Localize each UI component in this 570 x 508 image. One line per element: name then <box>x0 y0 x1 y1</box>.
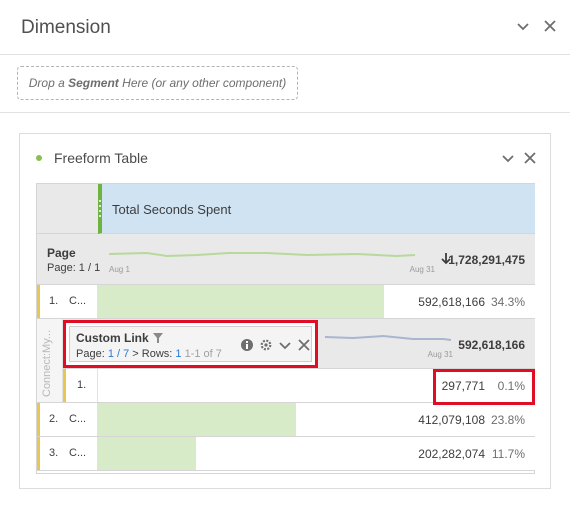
row-name[interactable]: C... <box>69 295 86 307</box>
table-row[interactable]: 2. C... 412,079,108 23.8% <box>37 403 535 437</box>
table-row[interactable]: 3. C... 202,282,074 11.7% <box>37 437 535 471</box>
close-icon[interactable] <box>543 19 559 35</box>
row-name[interactable]: C... <box>69 413 86 425</box>
breakdown-sparkline <box>324 334 452 341</box>
row-percent: 23.8% <box>490 413 525 427</box>
metric-title: Total Seconds Spent <box>112 202 232 217</box>
row-value: 592,618,166 <box>418 295 485 309</box>
row-percent: 34.3% <box>490 295 525 309</box>
chevron-down-icon[interactable] <box>516 19 532 35</box>
value-highlight-box <box>433 369 535 405</box>
status-dot <box>36 155 42 161</box>
row-name[interactable]: C... <box>69 447 86 459</box>
rows-range: 1-1 of 7 <box>184 348 222 360</box>
row-accent <box>37 403 40 436</box>
dimension-label[interactable]: Page <box>47 246 76 260</box>
breakdown-dimension-popup[interactable]: Custom Link Page: 1 / 7 > Rows: 1 1-1 of… <box>63 320 318 368</box>
row-rank: 2. <box>49 413 59 425</box>
breakdown-parent-column: Connect:My... <box>37 319 63 403</box>
row-rank: 1. <box>49 295 59 307</box>
row-value: 412,079,108 <box>418 413 485 427</box>
rows-label: Rows: <box>138 348 176 360</box>
popup-pagination: Page: 1 / 7 > Rows: 1 1-1 of 7 <box>76 348 222 360</box>
column-divider <box>97 369 98 402</box>
gear-icon[interactable] <box>259 338 273 352</box>
dropzone-suffix: Here (or any other component) <box>118 76 287 90</box>
breakdown-axis-end: Aug 31 <box>427 350 453 359</box>
close-icon[interactable] <box>523 151 539 167</box>
row-accent <box>63 369 66 402</box>
value-bar <box>98 285 384 318</box>
sparkline-axis-end: Aug 31 <box>409 265 435 274</box>
chevron-down-icon[interactable] <box>501 151 517 167</box>
dropzone-prefix: Drop a <box>28 76 69 90</box>
breakdown-subtotal: 592,618,166 <box>458 338 525 352</box>
close-icon[interactable] <box>297 338 311 352</box>
popup-body: Custom Link Page: 1 / 7 > Rows: 1 1-1 of… <box>69 326 312 362</box>
page-label: Page: <box>76 348 108 360</box>
table-header-corner <box>37 184 98 234</box>
pagination-indicator: Page: 1 / 1 <box>47 262 101 274</box>
rows-value[interactable]: 1 <box>175 348 181 360</box>
metric-column-header[interactable]: Total Seconds Spent <box>98 184 535 234</box>
panel-title: Dimension <box>21 17 111 38</box>
segment-drop-zone[interactable]: Drop a Segment Here (or any other compon… <box>17 66 298 100</box>
table-row[interactable]: 1. C... 592,618,166 34.3% <box>37 285 535 319</box>
drag-handle-icon[interactable] <box>99 198 101 220</box>
popup-title[interactable]: Custom Link <box>76 331 149 345</box>
row-accent <box>37 285 40 318</box>
column-total: 1,728,291,475 <box>448 253 525 267</box>
value-bar <box>98 437 196 470</box>
sparkline <box>108 251 416 258</box>
card-title: Freeform Table <box>54 150 148 166</box>
dimension-header-row: Page Page: 1 / 1 Aug 1 Aug 31 1,728,291,… <box>37 234 535 285</box>
page-next-chevron[interactable]: > <box>129 348 138 360</box>
chevron-down-icon[interactable] <box>278 338 292 352</box>
row-rank: 1. <box>77 379 87 391</box>
panel-header: Dimension <box>0 0 570 55</box>
row-rank: 3. <box>49 447 59 459</box>
sparkline-axis-start: Aug 1 <box>109 265 130 274</box>
filter-icon[interactable] <box>152 332 164 344</box>
dropzone-segment-word: Segment <box>68 76 119 90</box>
freeform-table-card: Freeform Table Total Seconds Spent Page … <box>19 133 551 489</box>
section-divider <box>0 112 570 113</box>
value-bar <box>98 403 296 436</box>
info-icon[interactable] <box>240 338 254 352</box>
row-value: 202,282,074 <box>418 447 485 461</box>
page-value[interactable]: 1 / 7 <box>108 348 129 360</box>
row-accent <box>37 437 40 470</box>
breakdown-parent-label: Connect:My... <box>41 329 53 397</box>
row-percent: 11.7% <box>491 447 525 461</box>
